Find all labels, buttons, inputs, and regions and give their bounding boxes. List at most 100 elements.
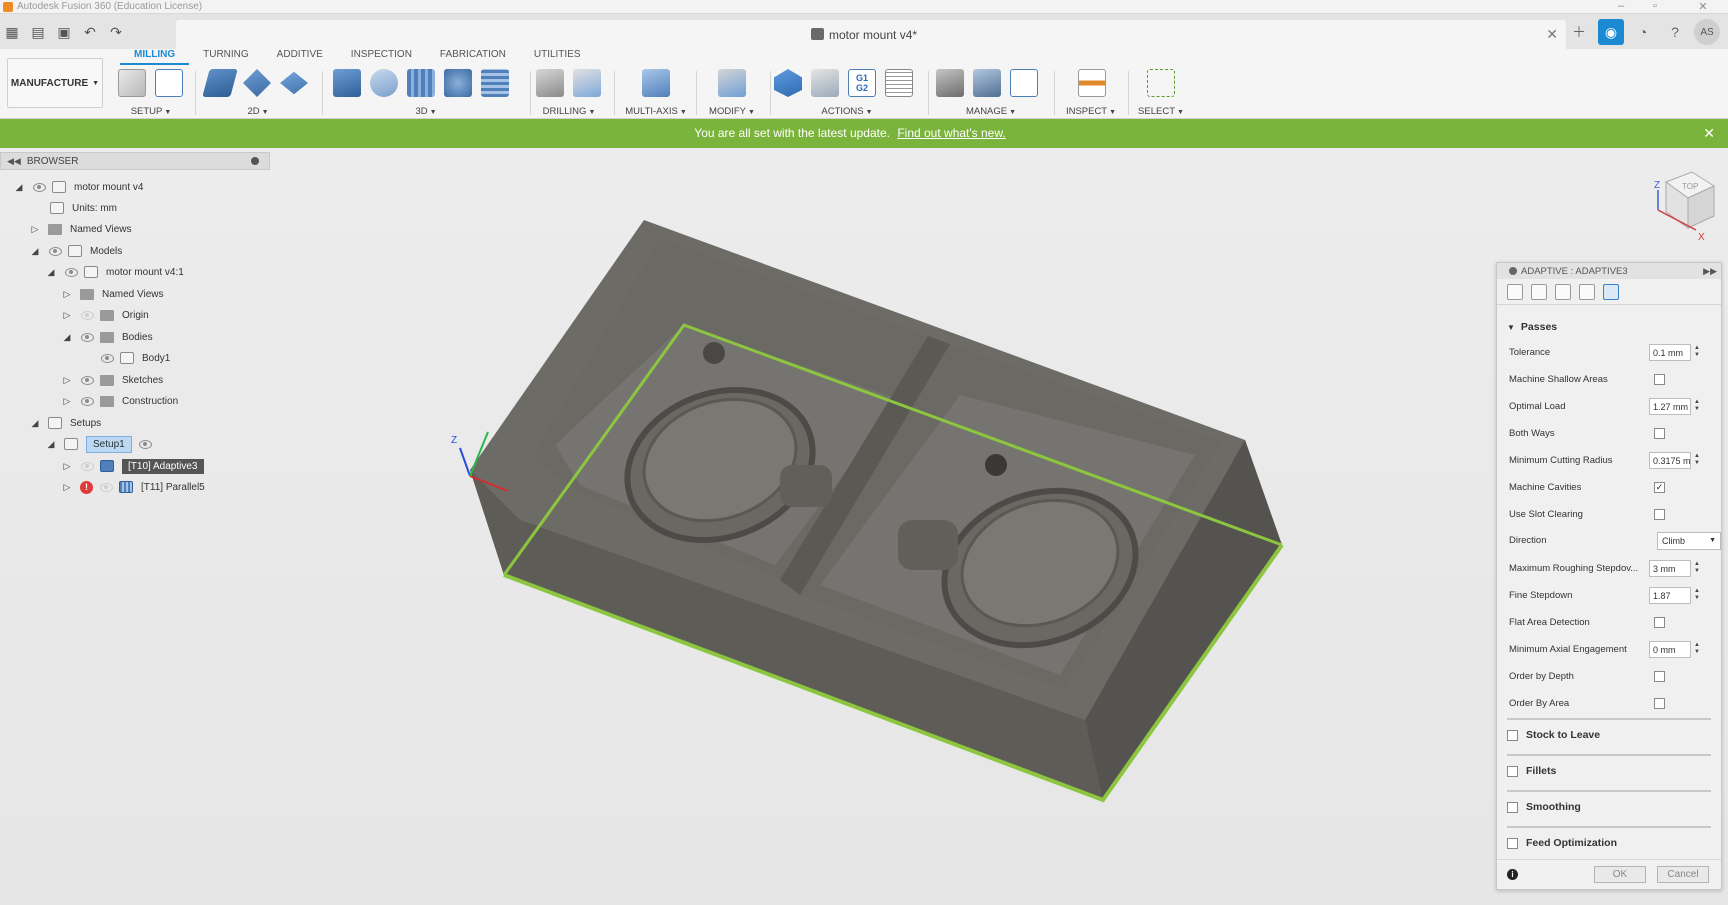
simulate-machine-icon[interactable] <box>811 69 839 97</box>
visibility-eye-icon[interactable] <box>64 267 78 277</box>
expand-panel-icon[interactable]: ▶▶ <box>1703 266 1717 277</box>
simulate-icon[interactable] <box>774 69 802 97</box>
2d-pocket-icon[interactable] <box>243 69 271 97</box>
3d-adaptive-icon[interactable] <box>333 69 361 97</box>
tool-tab-icon[interactable] <box>1507 283 1523 300</box>
tree-item-sketches[interactable]: ▷ Sketches <box>62 371 163 389</box>
post-library-icon[interactable] <box>1010 69 1038 97</box>
tree-item-units[interactable]: Units: mm <box>50 199 117 217</box>
visibility-eye-icon[interactable] <box>100 353 114 363</box>
setup-dropdown[interactable]: SETUP ▼ <box>118 106 184 117</box>
new-tab-icon[interactable]: ＋ <box>1566 19 1592 45</box>
min-cutting-radius-stepper[interactable]: ▲ ▼ <box>1693 453 1701 468</box>
tree-item-body1[interactable]: Body1 <box>100 349 170 367</box>
measure-icon[interactable] <box>1078 69 1106 97</box>
fine-stepdown-stepper[interactable]: ▲ ▼ <box>1693 588 1701 603</box>
tree-item-named-views[interactable]: ▷ Named Views <box>30 220 132 238</box>
panel-header[interactable]: ADAPTIVE : ADAPTIVE3 ▶▶ <box>1497 263 1721 279</box>
tree-item-construction[interactable]: ▷ Construction <box>62 392 178 410</box>
tree-item-setup1[interactable]: ◢ Setup1 <box>46 435 158 453</box>
visibility-eye-icon[interactable] <box>99 482 113 492</box>
tree-item-setups[interactable]: ◢ Setups <box>30 414 101 432</box>
drilling-dropdown[interactable]: DRILLING ▼ <box>536 106 602 117</box>
min-cutting-radius-input[interactable]: 0.3175 mi <box>1649 452 1691 469</box>
tolerance-stepper[interactable]: ▲ ▼ <box>1693 345 1701 360</box>
expanded-triangle-icon[interactable]: ◢ <box>46 439 56 449</box>
hole-recognition-icon[interactable] <box>573 69 601 97</box>
multi-axis-dropdown[interactable]: MULTI-AXIS ▼ <box>624 106 688 117</box>
undo-icon[interactable]: ↶ <box>82 24 98 40</box>
max-stepdown-stepper[interactable]: ▲ ▼ <box>1693 561 1701 576</box>
modify-dropdown[interactable]: MODIFY ▼ <box>700 106 764 117</box>
2d-dropdown[interactable]: 2D ▼ <box>206 106 310 117</box>
passes-tab-icon[interactable] <box>1579 283 1595 300</box>
help-icon[interactable]: ? <box>1662 19 1688 45</box>
both-ways-checkbox[interactable] <box>1654 428 1665 439</box>
window-select-icon[interactable] <box>1147 69 1175 97</box>
tab-fabrication[interactable]: FABRICATION <box>426 49 520 65</box>
tab-inspection[interactable]: INSPECTION <box>337 49 426 65</box>
browser-header[interactable]: ◀◀ BROWSER <box>0 152 270 170</box>
tree-item-named-views-sub[interactable]: ▷ Named Views <box>62 285 164 303</box>
tab-turning[interactable]: TURNING <box>189 49 263 65</box>
tolerance-input[interactable]: 0.1 mm <box>1649 344 1691 361</box>
tree-item-bodies[interactable]: ◢ Bodies <box>62 328 153 346</box>
save-icon[interactable]: ▣ <box>56 24 72 40</box>
pocket-clearing-icon[interactable] <box>370 69 398 97</box>
post-process-icon[interactable]: G1 G2 <box>848 69 876 97</box>
document-tab[interactable]: motor mount v4* ✕ <box>176 20 1566 49</box>
maximize-icon[interactable]: ▫ <box>1640 0 1670 12</box>
collapsed-triangle-icon[interactable]: ▷ <box>30 224 40 234</box>
flat-area-checkbox[interactable] <box>1654 617 1665 628</box>
smoothing-section[interactable]: Smoothing <box>1507 801 1581 813</box>
visibility-eye-icon[interactable] <box>32 182 46 192</box>
order-area-checkbox[interactable] <box>1654 698 1665 709</box>
max-stepdown-input[interactable]: 3 mm <box>1649 560 1691 577</box>
order-depth-checkbox[interactable] <box>1654 671 1665 682</box>
optimal-load-stepper[interactable]: ▲ ▼ <box>1693 399 1701 414</box>
stock-to-leave-section[interactable]: Stock to Leave <box>1507 729 1600 741</box>
feed-optimization-checkbox[interactable] <box>1507 837 1518 849</box>
cancel-button[interactable]: Cancel <box>1657 866 1709 883</box>
visibility-eye-icon[interactable] <box>80 461 94 471</box>
error-icon[interactable]: ! <box>80 480 93 494</box>
modify-scissors-icon[interactable] <box>718 69 746 97</box>
2d-adaptive-icon[interactable] <box>202 69 238 97</box>
min-axial-stepper[interactable]: ▲ ▼ <box>1693 642 1701 657</box>
redo-icon[interactable]: ↷ <box>108 24 124 40</box>
tab-utilities[interactable]: UTILITIES <box>520 49 595 65</box>
collapsed-triangle-icon[interactable]: ▷ <box>62 375 72 385</box>
geometry-tab-icon[interactable] <box>1531 283 1547 300</box>
visibility-eye-icon[interactable] <box>80 332 94 342</box>
scallop-icon[interactable] <box>444 69 472 97</box>
stock-to-leave-checkbox[interactable] <box>1507 729 1518 741</box>
expanded-triangle-icon[interactable]: ◢ <box>14 182 24 192</box>
select-dropdown[interactable]: SELECT ▼ <box>1130 106 1192 117</box>
min-axial-input[interactable]: 0 mm <box>1649 641 1691 658</box>
viewcube[interactable]: TOP Z X <box>1618 160 1718 250</box>
feed-optimization-section[interactable]: Feed Optimization <box>1507 837 1617 849</box>
user-avatar[interactable]: AS <box>1694 19 1720 45</box>
close-banner-icon[interactable]: ✕ <box>1703 125 1715 142</box>
linking-tab-icon[interactable] <box>1603 283 1619 300</box>
job-status-icon[interactable]: ◔ <box>1630 19 1656 45</box>
fillets-section[interactable]: Fillets <box>1507 765 1556 777</box>
collapsed-triangle-icon[interactable]: ▷ <box>62 310 72 320</box>
drill-icon[interactable] <box>536 69 564 97</box>
smoothing-checkbox[interactable] <box>1507 801 1518 813</box>
contour-icon[interactable] <box>481 69 509 97</box>
info-icon[interactable]: i <box>1507 869 1518 880</box>
tree-item-models[interactable]: ◢ Models <box>30 242 122 260</box>
nc-program-icon[interactable] <box>155 69 183 97</box>
tree-item-component[interactable]: ◢ motor mount v4:1 <box>46 263 184 281</box>
close-window-icon[interactable]: ✕ <box>1688 0 1718 13</box>
tool-library-icon[interactable] <box>936 69 964 97</box>
setup-sheet-icon[interactable] <box>885 69 913 97</box>
expanded-triangle-icon[interactable]: ◢ <box>46 267 56 277</box>
optimal-load-input[interactable]: 1.27 mm <box>1649 398 1691 415</box>
face-icon[interactable] <box>280 71 308 95</box>
heights-tab-icon[interactable] <box>1555 283 1571 300</box>
file-menu-icon[interactable]: ▤ <box>30 24 46 40</box>
3d-dropdown[interactable]: 3D ▼ <box>333 106 519 117</box>
visibility-eye-icon[interactable] <box>80 396 94 406</box>
